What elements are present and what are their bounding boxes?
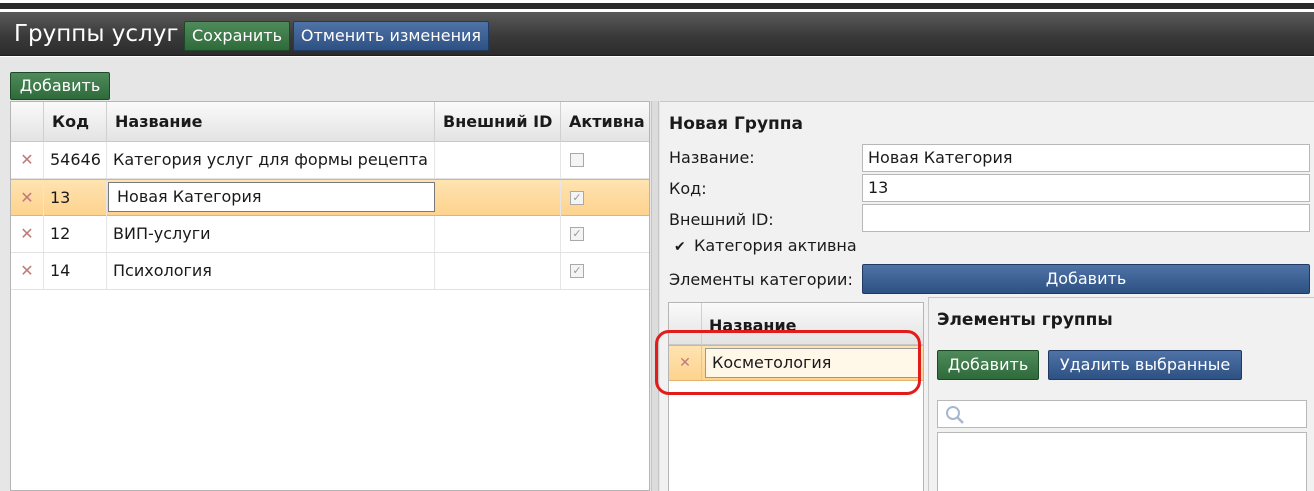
add-category-element-button[interactable]: Добавить [862,264,1310,294]
column-header-code[interactable]: Код [44,102,107,142]
active-checkbox-label: Категория активна [694,236,857,255]
category-elements-label: Элементы категории: [669,270,853,289]
search-icon [946,406,964,424]
table-row[interactable]: ✕ 14 Психология ✓ [11,253,649,290]
name-label: Название: [669,148,755,167]
row-external-id [435,253,561,289]
page-title: Группы услуг [14,21,179,47]
top-strip [0,0,1314,10]
group-elements-list[interactable] [937,432,1307,491]
external-id-label: Внешний ID: [669,210,774,229]
table-row[interactable]: ✕ 54646 Категория услуг для формы рецепт… [11,142,649,179]
top-strip-bar [0,3,1314,9]
row-external-id [435,142,561,178]
delete-selected-button[interactable]: Удалить выбранные [1048,350,1242,380]
row-active-checkbox[interactable] [570,153,584,167]
row-name: Психология [107,253,435,289]
column-header-name[interactable]: Название [107,102,435,142]
delete-row-icon[interactable]: ✕ [11,253,44,289]
red-highlight-annotation [655,330,921,395]
row-external-id [435,180,561,216]
row-name-editor[interactable]: Новая Категория [108,182,435,212]
row-code: 14 [44,253,107,289]
table-row-selected[interactable]: ✕ 13 Новая Категория ✓ [11,179,649,216]
column-header-external-id[interactable]: Внешний ID [435,102,561,142]
row-external-id [435,216,561,252]
group-elements-title: Элементы группы [937,310,1113,330]
code-label: Код: [669,179,707,198]
delete-row-icon[interactable]: ✕ [11,216,44,252]
form-title: Новая Группа [669,114,804,134]
row-active-checkbox[interactable]: ✓ [570,264,584,278]
row-code: 12 [44,216,107,252]
external-id-field[interactable] [862,204,1310,232]
add-group-element-button[interactable]: Добавить [937,350,1039,380]
row-code: 13 [44,180,107,216]
row-active-checkbox[interactable]: ✓ [570,191,584,205]
groups-grid: Код Название Внешний ID Активна ✕ 54646 … [10,101,650,491]
row-name: Категория услуг для формы рецепта [107,142,435,178]
row-active-checkbox[interactable]: ✓ [570,227,584,241]
grid-header: Код Название Внешний ID Активна [11,102,649,142]
row-code: 54646 [44,142,107,178]
delete-row-icon[interactable]: ✕ [11,142,44,178]
panel-splitter[interactable] [651,101,659,491]
active-checkbox[interactable]: ✔ Категория активна [674,236,857,255]
code-field[interactable]: 13 [862,174,1310,202]
save-button[interactable]: Сохранить [184,21,290,51]
column-header-active[interactable]: Активна [561,102,649,142]
grid-header-delete-col [11,102,44,142]
title-bar: Группы услуг Сохранить Отменить изменени… [0,12,1314,56]
add-group-button[interactable]: Добавить [10,72,110,100]
cancel-changes-button[interactable]: Отменить изменения [293,21,489,51]
delete-row-icon[interactable]: ✕ [11,180,44,216]
group-elements-panel: Элементы группы Добавить Удалить выбранн… [928,297,1314,491]
name-field[interactable]: Новая Категория [862,144,1310,172]
search-input[interactable] [937,400,1307,428]
row-name: ВИП-услуги [107,216,435,252]
table-row[interactable]: ✕ 12 ВИП-услуги ✓ [11,216,649,253]
checkmark-icon: ✔ [674,239,686,255]
